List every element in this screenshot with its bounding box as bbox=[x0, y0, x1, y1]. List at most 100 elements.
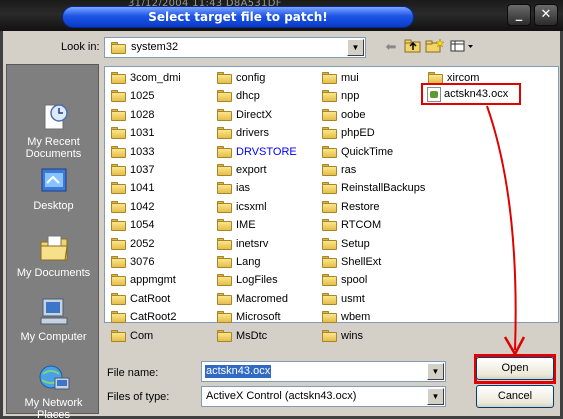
folder-item[interactable]: 1054 bbox=[111, 217, 154, 233]
folder-item[interactable]: 1033 bbox=[111, 144, 154, 160]
folder-name: 1041 bbox=[130, 182, 155, 195]
folder-item[interactable]: oobe bbox=[322, 107, 365, 123]
place-network-places[interactable]: My Network Places bbox=[7, 362, 100, 419]
folder-item[interactable]: mui bbox=[322, 70, 359, 86]
minimize-button[interactable]: _ bbox=[507, 4, 531, 26]
folder-item[interactable]: LogFiles bbox=[217, 272, 278, 288]
close-button[interactable]: ✕ bbox=[534, 4, 558, 26]
views-menu-icon[interactable] bbox=[449, 38, 475, 56]
place-label: My Documents bbox=[16, 267, 91, 279]
folder-item[interactable]: npp bbox=[322, 88, 359, 104]
folder-icon bbox=[217, 237, 233, 251]
folder-item[interactable]: CatRoot bbox=[111, 291, 170, 307]
folder-item[interactable]: wbem bbox=[322, 309, 370, 325]
folder-name: appmgmt bbox=[130, 274, 176, 287]
folder-item[interactable]: appmgmt bbox=[111, 272, 176, 288]
folder-icon bbox=[111, 311, 127, 324]
folder-name: drivers bbox=[236, 127, 270, 140]
lookin-combo[interactable]: system32 ▼ bbox=[104, 37, 366, 58]
folder-name: wbem bbox=[341, 311, 371, 324]
back-arrow-icon[interactable]: ⬅ bbox=[381, 38, 401, 56]
folder-icon bbox=[322, 182, 338, 195]
folder-name: oobe bbox=[341, 108, 366, 121]
folder-item[interactable]: drivers bbox=[217, 125, 269, 141]
place-my-documents[interactable]: My Documents bbox=[7, 232, 100, 279]
folder-item[interactable]: ShellExt bbox=[322, 254, 381, 270]
folder-item[interactable]: config bbox=[217, 70, 265, 86]
folder-item[interactable]: icsxml bbox=[217, 199, 267, 215]
folder-item[interactable]: wins bbox=[322, 328, 363, 344]
folder-name: MsDtc bbox=[236, 329, 268, 342]
new-folder-icon[interactable] bbox=[425, 38, 445, 56]
folder-item[interactable]: DirectX bbox=[217, 107, 272, 123]
folder-item[interactable]: IME bbox=[217, 217, 256, 233]
folder-item[interactable]: Macromed bbox=[217, 291, 288, 307]
folder-icon bbox=[217, 219, 233, 232]
folder-icon bbox=[322, 237, 338, 251]
folder-item[interactable]: 1028 bbox=[111, 107, 154, 123]
selected-file-item[interactable]: actskn43.ocx bbox=[421, 83, 521, 105]
folder-item[interactable]: QuickTime bbox=[322, 144, 393, 160]
folder-item[interactable]: 3076 bbox=[111, 254, 154, 270]
folder-item[interactable]: 1042 bbox=[111, 199, 154, 215]
folder-item[interactable]: ReinstallBackups bbox=[322, 180, 425, 196]
folder-item[interactable]: spool bbox=[322, 272, 367, 288]
folder-icon bbox=[217, 329, 233, 343]
folder-icon bbox=[111, 219, 127, 232]
folder-item[interactable]: 3com_dmi bbox=[111, 70, 181, 86]
open-button[interactable]: Open bbox=[476, 357, 554, 380]
folder-item[interactable]: RTCOM bbox=[322, 217, 381, 233]
folder-item[interactable]: MsDtc bbox=[217, 328, 267, 344]
folder-icon bbox=[111, 182, 127, 195]
folder-icon bbox=[217, 127, 233, 140]
folder-name: Com bbox=[130, 329, 154, 342]
folder-icon bbox=[111, 237, 127, 251]
folder-item[interactable]: Setup bbox=[322, 236, 370, 252]
folder-name: 1033 bbox=[130, 145, 155, 158]
folder-icon bbox=[217, 274, 233, 287]
folder-item[interactable]: phpED bbox=[322, 125, 375, 141]
folder-item[interactable]: Microsoft bbox=[217, 309, 281, 325]
title-bar[interactable]: 31/12/2004 11:43 D8A531DF Select target … bbox=[0, 0, 563, 31]
folder-item[interactable]: dhcp bbox=[217, 88, 260, 104]
folder-icon bbox=[322, 256, 338, 269]
folder-item[interactable]: CatRoot2 bbox=[111, 309, 176, 325]
place-desktop[interactable]: Desktop bbox=[7, 165, 100, 212]
folder-name: 1037 bbox=[130, 164, 155, 176]
folder-item[interactable]: ras bbox=[322, 162, 356, 178]
filetype-select[interactable]: ActiveX Control (actskn43.ocx) ▼ bbox=[201, 386, 446, 407]
folder-item[interactable]: Lang bbox=[217, 254, 260, 270]
chevron-down-icon[interactable]: ▼ bbox=[427, 388, 444, 405]
filename-input[interactable]: actskn43.ocx ▼ bbox=[201, 361, 446, 382]
up-folder-icon[interactable] bbox=[403, 38, 423, 56]
folder-item[interactable]: Restore bbox=[322, 199, 380, 215]
chevron-down-icon[interactable]: ▼ bbox=[427, 363, 444, 380]
folder-name: DirectX bbox=[236, 108, 273, 121]
folder-item[interactable]: 1041 bbox=[111, 180, 154, 196]
folder-icon bbox=[322, 219, 338, 232]
folder-name: mui bbox=[341, 72, 359, 84]
folder-item[interactable]: inetsrv bbox=[217, 236, 268, 252]
folder-name: 1031 bbox=[130, 127, 155, 140]
folder-item[interactable]: Com bbox=[111, 328, 153, 344]
folder-item[interactable]: usmt bbox=[322, 291, 365, 307]
folder-item[interactable]: 1037 bbox=[111, 162, 154, 178]
folder-icon bbox=[111, 200, 127, 214]
folder-item[interactable]: 2052 bbox=[111, 236, 154, 252]
folder-item[interactable]: 1025 bbox=[111, 88, 154, 104]
folder-icon bbox=[111, 72, 127, 85]
folder-item[interactable]: ias bbox=[217, 180, 250, 196]
chevron-down-icon[interactable]: ▼ bbox=[347, 39, 364, 56]
places-bar: My Recent Documents Desktop My Documents… bbox=[6, 64, 100, 419]
cancel-button[interactable]: Cancel bbox=[476, 385, 554, 408]
folder-name: 1025 bbox=[130, 90, 155, 103]
folder-item[interactable]: 1031 bbox=[111, 125, 154, 141]
folder-item[interactable]: export bbox=[217, 162, 267, 178]
folder-name: CatRoot bbox=[130, 292, 171, 305]
folder-icon bbox=[322, 72, 338, 85]
place-recent-documents[interactable]: My Recent Documents bbox=[7, 101, 100, 160]
folder-name: wins bbox=[341, 329, 364, 342]
lookin-value: system32 bbox=[131, 41, 179, 53]
place-my-computer[interactable]: My Computer bbox=[7, 296, 100, 343]
folder-item[interactable]: DRVSTORE bbox=[217, 144, 297, 160]
